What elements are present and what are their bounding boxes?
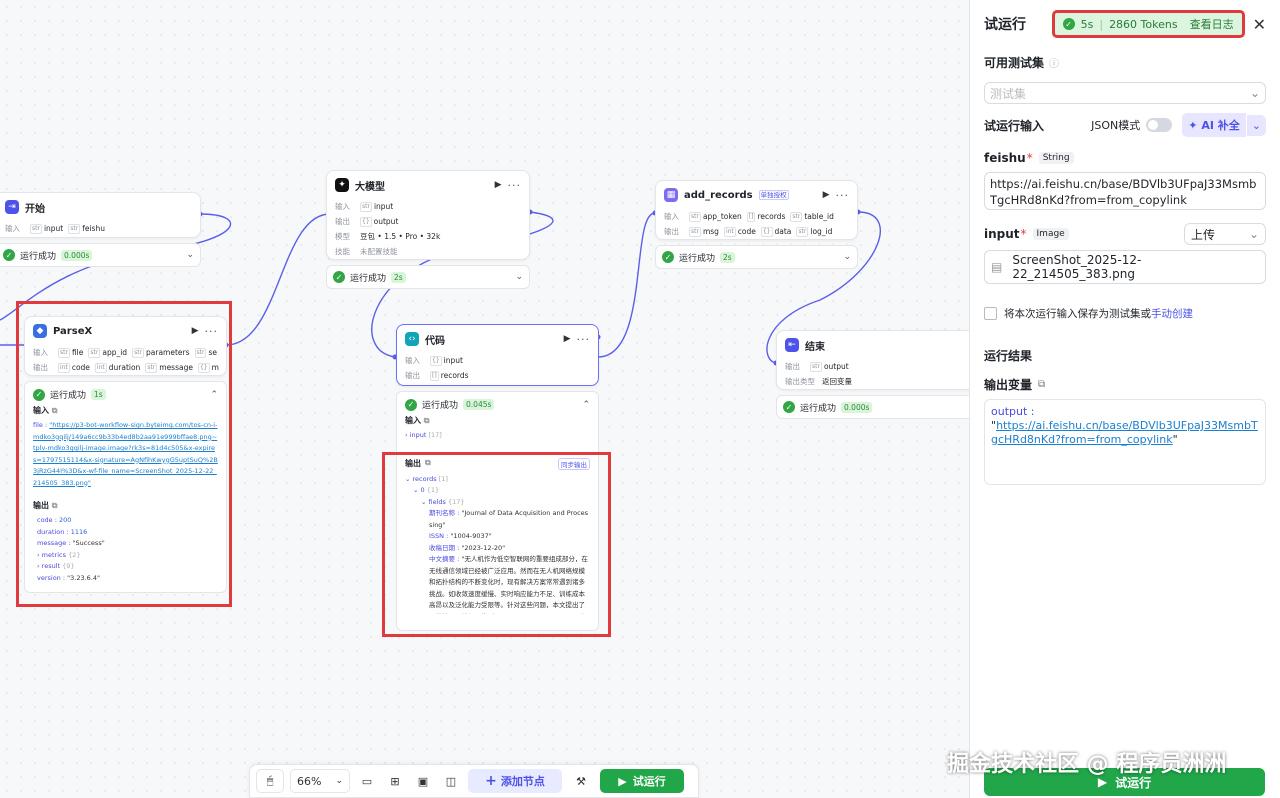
parsex-node[interactable]: ◆ ParseX ▶ ··· 输入 str file str app_id str para…: [24, 316, 227, 376]
chevron-down-icon[interactable]: ⌄: [843, 252, 851, 262]
llm-node[interactable]: ✦ 大模型 ▶ ··· 输入 str input 输出{} output 模型 豆包 • 1.…: [326, 170, 530, 260]
test-run-button[interactable]: ▶ 试运行: [600, 769, 684, 793]
mouse-mode-icon[interactable]: 🖱: [256, 769, 284, 793]
chevron-down-icon[interactable]: ⌄: [515, 272, 523, 282]
start-icon: ⇥: [5, 200, 19, 214]
feishu-input[interactable]: https://ai.feishu.cn/base/BDVlb3UFpaJ33M…: [984, 172, 1266, 210]
add-records-run-status[interactable]: ✓ 运行成功 2s ⌄: [655, 245, 858, 269]
add-records-node[interactable]: ▦ add_records 单独授权 ▶ ··· 输入 str app_token [] r…: [655, 180, 858, 240]
code-icon: ‹›: [405, 332, 419, 346]
upload-type-select[interactable]: 上传 ⌄: [1184, 223, 1266, 245]
more-icon[interactable]: ···: [577, 333, 591, 346]
chevron-up-icon[interactable]: ⌃: [210, 390, 218, 400]
watermark: 掘金技术社区 @ 程序员洲洲: [947, 752, 1227, 777]
run-node-icon[interactable]: ▶: [823, 190, 830, 200]
canvas-toolbar: 🖱 66% ⌄ ▭ ⊞ ▣ ◫ + 添加节点 ⚒ ▶ 试运行: [249, 764, 699, 798]
success-icon: ✓: [405, 398, 417, 411]
close-icon[interactable]: ✕: [1253, 15, 1266, 34]
copy-icon[interactable]: ⧉: [424, 416, 430, 425]
manual-create-link[interactable]: 手动创建: [1151, 306, 1193, 321]
layout-icon[interactable]: ⊞: [384, 769, 406, 793]
chevron-up-icon[interactable]: ⌃: [582, 400, 590, 410]
image-file-field[interactable]: ▤ ScreenShot_2025-12-22_214505_383.png: [984, 250, 1266, 284]
chevron-down-icon[interactable]: ⌄: [1246, 114, 1266, 136]
run-node-icon[interactable]: ▶: [495, 180, 502, 190]
plugin-icon: ▦: [664, 188, 678, 202]
run-node-icon[interactable]: ▶: [192, 326, 199, 336]
success-icon: ✓: [783, 401, 795, 413]
json-mode-toggle[interactable]: [1146, 118, 1173, 132]
zoom-select[interactable]: 66% ⌄: [290, 769, 350, 793]
testset-select[interactable]: 测试集 ⌄: [984, 82, 1266, 104]
file-icon: ▤: [991, 260, 1003, 274]
info-icon[interactable]: ⓘ: [1049, 55, 1059, 70]
end-node[interactable]: ⇤ 结束 输出 str output 输出类型 返回变量: [776, 330, 969, 390]
save-testset-checkbox[interactable]: [984, 307, 997, 320]
image-icon[interactable]: ▣: [412, 769, 434, 793]
test-run-panel: 试运行 ✓ 5s | 2860 Tokens 查看日志 ✕ 可用测试集 ⓘ 测试集 ⌄ …: [969, 0, 1280, 798]
minimap-icon[interactable]: ◫: [440, 769, 462, 793]
more-icon[interactable]: ···: [205, 325, 219, 338]
more-icon[interactable]: ···: [508, 179, 522, 192]
sync-output-button[interactable]: 同步输出: [558, 457, 590, 470]
run-summary: ✓ 5s | 2860 Tokens 查看日志: [1051, 10, 1245, 38]
success-icon: ✓: [662, 251, 674, 263]
copy-icon[interactable]: ⧉: [425, 458, 431, 470]
add-node-button[interactable]: + 添加节点: [468, 769, 562, 793]
end-icon: ⇤: [785, 338, 799, 352]
chevron-down-icon[interactable]: ⌄: [186, 250, 194, 260]
copy-icon[interactable]: ⧉: [52, 501, 58, 510]
copy-icon[interactable]: ⧉: [1038, 379, 1045, 390]
code-node[interactable]: ‹› 代码 ▶ ··· 输入{} input 输出[] records: [396, 324, 599, 386]
code-run-detail[interactable]: ✓运行成功0.045s⌃ 输入 ⧉ › input [17] 输入输出 ⧉同步输…: [396, 391, 599, 631]
more-icon[interactable]: ···: [836, 189, 850, 202]
output-variable-box: output : "https://ai.feishu.cn/base/BDVlb…: [984, 399, 1266, 485]
panel-title: 试运行: [984, 17, 1026, 33]
end-run-status[interactable]: ✓ 运行成功 0.000s: [776, 395, 969, 419]
llm-run-status[interactable]: ✓ 运行成功 2s ⌄: [326, 265, 530, 289]
workflow-canvas[interactable]: ⇥ 开始 输入 str input str feishu ✓ 运行成功 0.000s ⌄ ✦…: [0, 0, 969, 798]
success-icon: ✓: [33, 388, 45, 401]
llm-icon: ✦: [335, 178, 349, 192]
input-row[interactable]: › input [17]: [405, 430, 590, 442]
success-icon: ✓: [3, 249, 15, 261]
start-node[interactable]: ⇥ 开始 输入 str input str feishu: [0, 192, 201, 238]
copy-icon[interactable]: ⧉: [52, 406, 58, 415]
comment-icon[interactable]: ▭: [356, 769, 378, 793]
result-row[interactable]: › result {9}: [37, 561, 218, 573]
success-icon: ✓: [333, 271, 345, 283]
parsex-run-detail[interactable]: ✓ 运行成功 1s ⌃ 输入 ⧉ file : "https://p3-bot-wor…: [24, 381, 227, 593]
parsex-icon: ◆: [33, 324, 47, 338]
start-run-status[interactable]: ✓ 运行成功 0.000s ⌄: [0, 243, 201, 267]
metrics-row[interactable]: › metrics {2}: [37, 550, 218, 562]
success-icon: ✓: [1062, 18, 1075, 30]
view-log-link[interactable]: 查看日志: [1190, 16, 1234, 32]
ai-fill-button[interactable]: ✦ AI 补全: [1182, 113, 1246, 137]
run-node-icon[interactable]: ▶: [564, 334, 571, 344]
tool-icon[interactable]: ⚒: [568, 769, 594, 793]
